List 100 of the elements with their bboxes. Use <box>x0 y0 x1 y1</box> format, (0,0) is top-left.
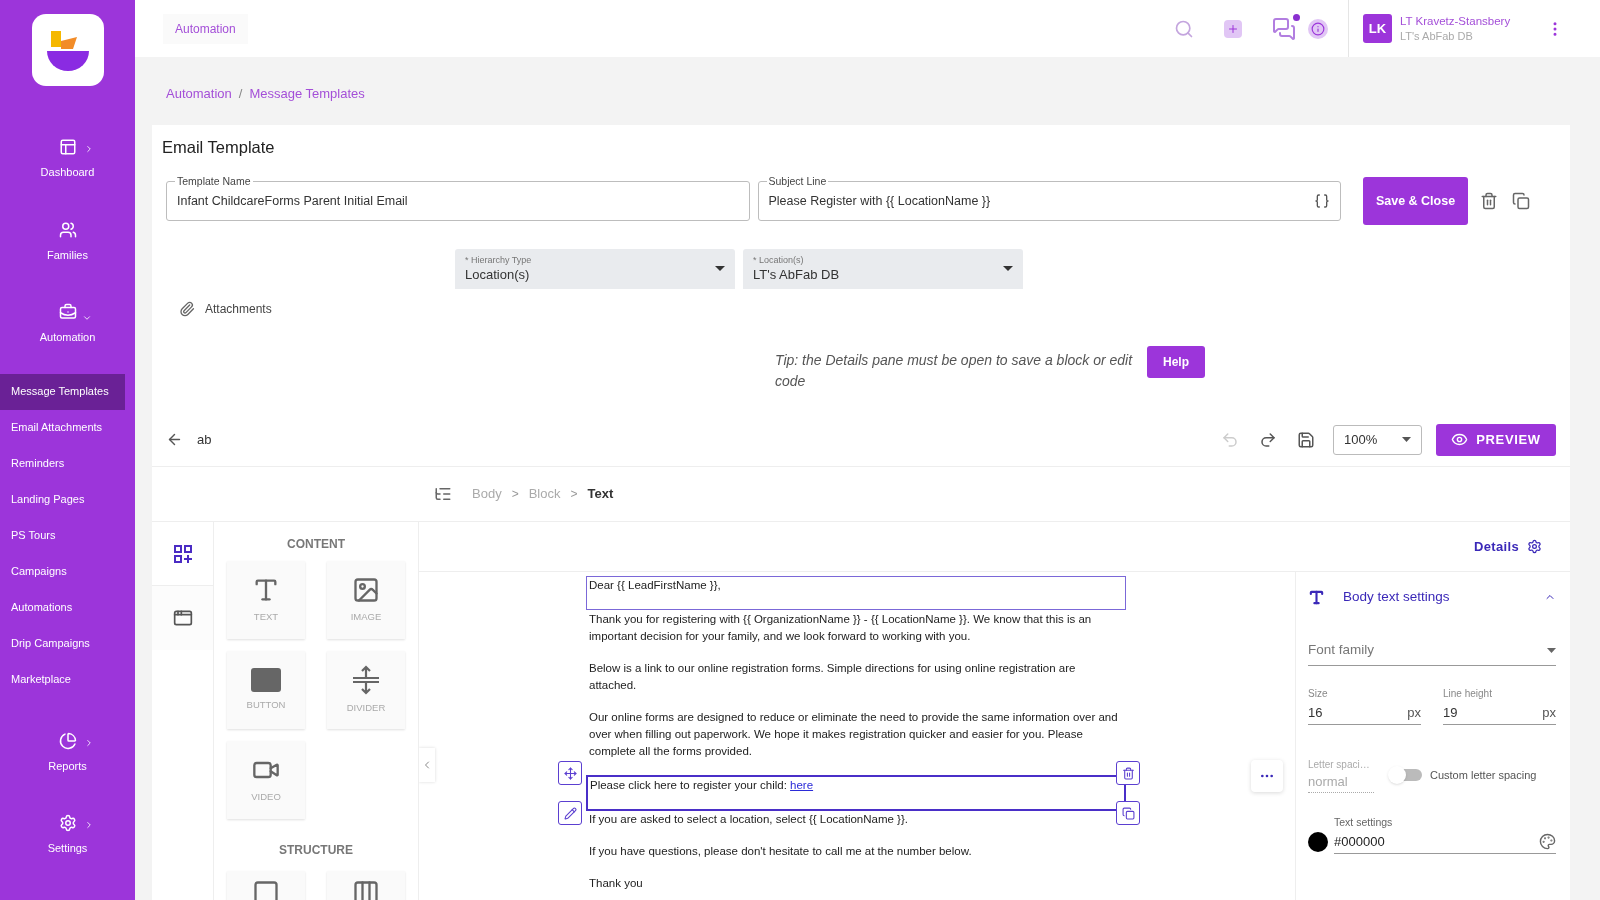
info-button[interactable] <box>1308 18 1328 39</box>
copy-icon[interactable] <box>1512 192 1530 210</box>
help-button[interactable]: Help <box>1147 346 1205 378</box>
email-paragraph: If you are asked to select a location, select {{ LocationName }}. <box>589 812 909 827</box>
grid-plus-icon <box>172 543 193 564</box>
template-name: ab <box>197 430 212 449</box>
dropdown-icon <box>1003 266 1013 271</box>
nav-subitem[interactable]: PS Tours <box>0 517 135 554</box>
dropdown-icon <box>1402 437 1411 442</box>
field-label: * Location(s) <box>753 255 804 266</box>
field-label: Line height <box>1443 687 1493 701</box>
braces-icon[interactable] <box>1314 193 1330 209</box>
duplicate-button[interactable] <box>1116 801 1140 825</box>
field-value: LT's AbFab DB <box>753 266 840 283</box>
email-block[interactable]: Please click here to register your child: here <box>586 775 1126 811</box>
nav-subitem[interactable]: Drip Campaigns <box>0 625 135 662</box>
move-icon <box>563 766 577 780</box>
nav-subitem[interactable]: Marketplace <box>0 661 135 698</box>
section-heading: CONTENT <box>287 536 345 553</box>
columns-icon <box>352 879 380 900</box>
preview-button[interactable]: PREVIEW <box>1436 423 1556 456</box>
toggle-label: Custom letter spacing <box>1430 767 1537 783</box>
breadcrumb-link[interactable]: Message Templates <box>249 84 365 104</box>
nav-label: Families <box>47 247 88 263</box>
avatar[interactable]: LK <box>1363 14 1392 43</box>
breadcrumb-separator: / <box>238 85 243 104</box>
field-label: Text settings <box>1334 814 1394 830</box>
color-swatch[interactable] <box>1308 832 1328 853</box>
color-field[interactable]: #000000 <box>1334 830 1556 855</box>
copy-icon <box>1121 806 1135 820</box>
save-icon[interactable] <box>1297 430 1315 449</box>
add-button[interactable] <box>1224 19 1242 38</box>
tree-icon[interactable] <box>434 485 452 503</box>
zoom-select[interactable]: 100% <box>1333 424 1422 455</box>
nav-subitem[interactable]: Email Attachments <box>0 409 135 446</box>
nav-subitem[interactable]: Campaigns <box>0 553 135 590</box>
edit-button[interactable] <box>558 801 582 825</box>
email-block[interactable]: Dear {{ LeadFirstName }}, <box>586 576 1126 610</box>
rectangle-icon <box>251 667 281 692</box>
nav-label: Automation <box>39 330 96 345</box>
nav-label: Reports <box>48 758 87 774</box>
select-field[interactable]: * Location(s) LT's AbFab DB <box>743 249 1023 289</box>
path-item[interactable]: Text <box>587 484 614 504</box>
nav-item[interactable]: Dashboard <box>0 126 135 193</box>
redo-icon[interactable] <box>1259 430 1277 449</box>
field-label: Size <box>1308 687 1329 701</box>
nav-item[interactable]: Families <box>0 208 135 275</box>
page-title: Email Template <box>162 136 275 158</box>
back-arrow-icon[interactable] <box>166 431 183 448</box>
paperclip-icon[interactable] <box>179 301 195 317</box>
settings-header[interactable]: Body text settings <box>1308 572 1556 622</box>
breadcrumb-link[interactable]: Automation <box>166 84 232 104</box>
details-toggle[interactable]: Details <box>1474 536 1519 557</box>
move-button[interactable] <box>558 761 582 785</box>
email-block[interactable]: If you are asked to select a location, select {{ LocationName }}. If you have questions, please don't hesitate to call me at the number below. Thank you <box>586 810 1126 900</box>
path-separator: > <box>570 486 578 503</box>
number-field[interactable]: 19 px <box>1443 701 1556 725</box>
select-field[interactable]: * Hierarchy Type Location(s) <box>455 249 735 289</box>
number-field[interactable]: 16 px <box>1308 701 1421 725</box>
email-paragraph: Thank you <box>589 876 644 891</box>
field-label: * Hierarchy Type <box>465 255 532 266</box>
font-family-select[interactable]: Font family <box>1308 636 1556 666</box>
nav-subitem[interactable]: Landing Pages <box>0 481 135 518</box>
window-icon <box>172 608 193 628</box>
field-value: Infant ChildcareForms Parent Initial Email <box>177 192 409 210</box>
letter-spacing-field[interactable]: normal <box>1308 772 1374 793</box>
link[interactable]: here <box>790 779 814 791</box>
field-label: Subject Line <box>766 174 829 188</box>
image-icon <box>352 575 380 604</box>
nav-item[interactable]: Reports <box>0 719 135 786</box>
nav-subitem[interactable]: Message Templates <box>0 373 125 410</box>
organization-name: LT's AbFab DB <box>1400 28 1474 44</box>
divider-icon <box>351 664 381 695</box>
nav-item[interactable]: Settings <box>0 802 135 869</box>
nav-item[interactable]: Automation <box>0 291 135 358</box>
gear-icon[interactable] <box>1527 539 1542 554</box>
pencil-icon <box>563 806 577 820</box>
nav-subitem[interactable]: Reminders <box>0 445 135 482</box>
header-tab[interactable]: Automation <box>163 13 248 44</box>
palette-icon <box>1539 833 1556 851</box>
plus-icon <box>1227 22 1239 35</box>
info-icon <box>1311 21 1325 36</box>
pie-chart-icon <box>58 731 77 750</box>
section-heading: STRUCTURE <box>279 842 353 859</box>
eye-icon <box>1451 431 1469 448</box>
email-paragraph: Our online forms are designed to reduce or eliminate the need to provide the same information over and over when filling out paperwork. We hope it makes registration quicker and easier for you. Please complete all the forms provided. <box>589 710 1119 759</box>
field-label: Letter spaci… <box>1308 758 1371 772</box>
field-value: Location(s) <box>465 266 530 283</box>
letter-t-icon <box>1308 588 1325 606</box>
nav-label: Dashboard <box>40 165 95 180</box>
attachments-label: Attachments <box>205 301 272 318</box>
dropdown-icon <box>1547 648 1556 653</box>
dashboard-icon <box>58 138 77 156</box>
trash-icon[interactable] <box>1480 192 1498 210</box>
chat-icon[interactable] <box>1272 16 1296 41</box>
nav-subitem[interactable]: Automations <box>0 589 135 626</box>
gear-icon <box>58 814 77 832</box>
save-close-button[interactable]: Save & Close <box>1363 177 1468 225</box>
delete-button[interactable] <box>1116 761 1140 785</box>
dropdown-icon <box>715 266 725 271</box>
